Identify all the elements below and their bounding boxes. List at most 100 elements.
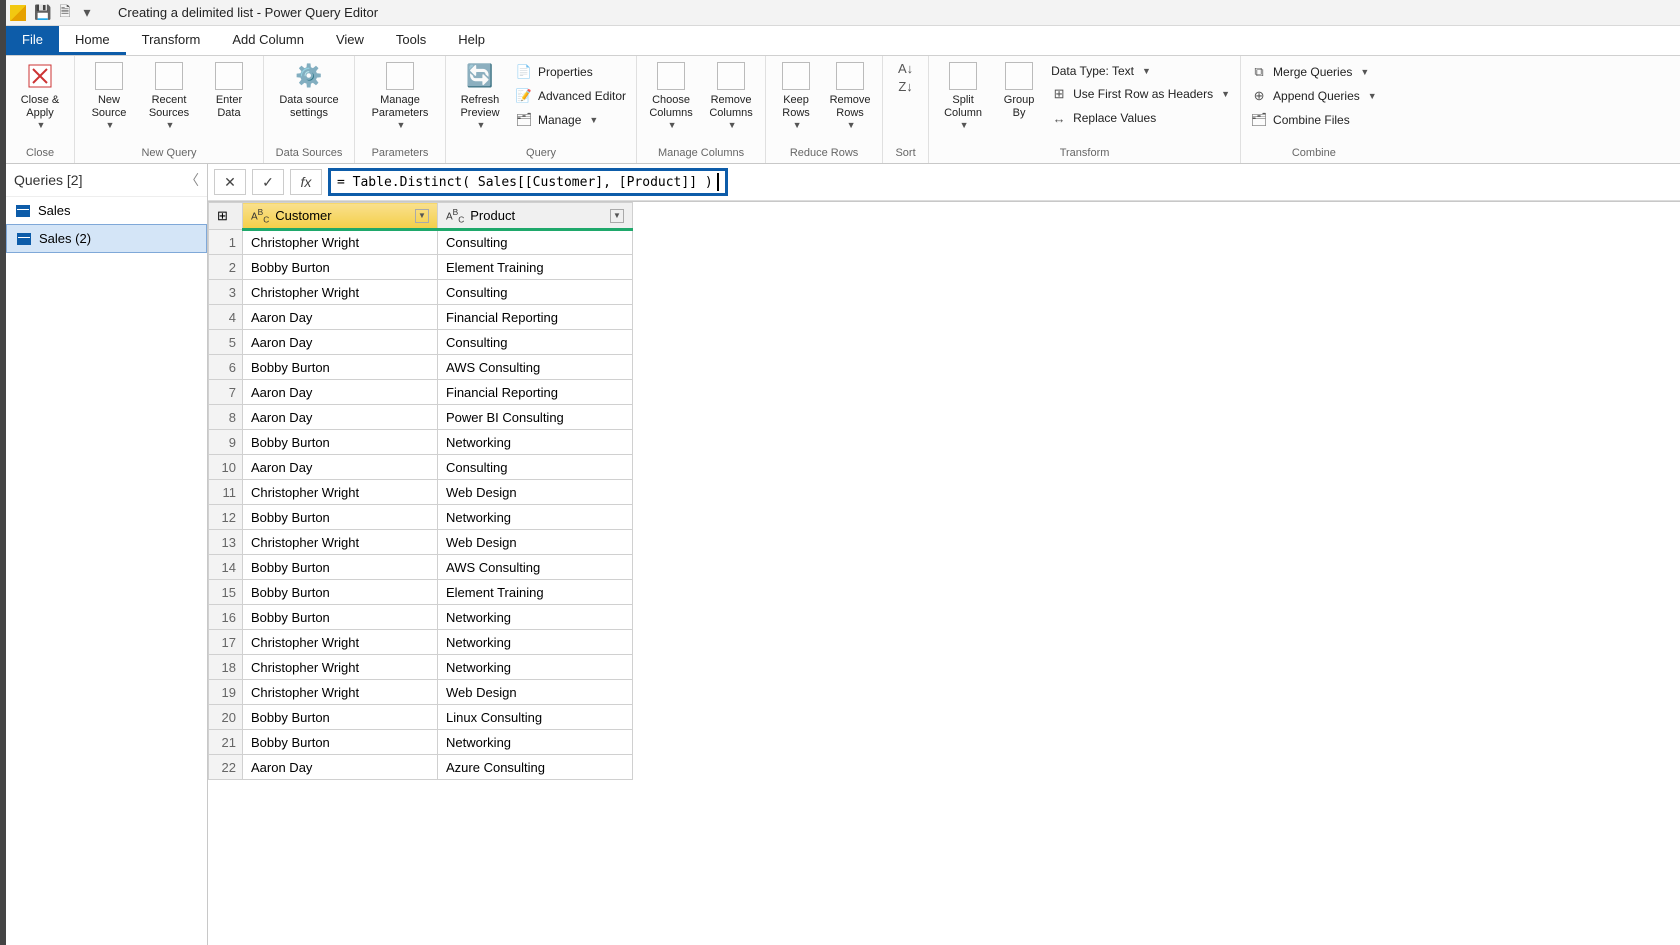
row-number[interactable]: 21: [209, 730, 243, 755]
group-by-button[interactable]: Group By: [995, 58, 1043, 120]
row-number[interactable]: 19: [209, 680, 243, 705]
table-row[interactable]: 14Bobby BurtonAWS Consulting: [209, 555, 633, 580]
cell[interactable]: Christopher Wright: [243, 230, 438, 255]
column-filter-icon[interactable]: ▼: [610, 209, 624, 223]
table-row[interactable]: 5Aaron DayConsulting: [209, 330, 633, 355]
combine-files-button[interactable]: 🗂 Combine Files: [1247, 110, 1381, 130]
cell[interactable]: Bobby Burton: [243, 605, 438, 630]
row-number[interactable]: 4: [209, 305, 243, 330]
formula-cancel-button[interactable]: ✕: [214, 169, 246, 195]
cell[interactable]: Aaron Day: [243, 305, 438, 330]
close-apply-button[interactable]: Close & Apply▼: [12, 58, 68, 131]
cell[interactable]: Aaron Day: [243, 755, 438, 780]
row-number[interactable]: 16: [209, 605, 243, 630]
row-number[interactable]: 18: [209, 655, 243, 680]
row-number[interactable]: 7: [209, 380, 243, 405]
remove-rows-button[interactable]: Remove Rows▼: [824, 58, 876, 131]
keep-rows-button[interactable]: Keep Rows▼: [772, 58, 820, 131]
tab-home[interactable]: Home: [59, 26, 126, 55]
cell[interactable]: Aaron Day: [243, 455, 438, 480]
new-source-button[interactable]: New Source▼: [81, 58, 137, 131]
tab-tools[interactable]: Tools: [380, 26, 442, 55]
column-header-product[interactable]: ABC Product ▼: [438, 203, 633, 230]
table-row[interactable]: 15Bobby BurtonElement Training: [209, 580, 633, 605]
row-number[interactable]: 17: [209, 630, 243, 655]
table-row[interactable]: 4Aaron DayFinancial Reporting: [209, 305, 633, 330]
cell[interactable]: Christopher Wright: [243, 480, 438, 505]
cell[interactable]: Element Training: [438, 255, 633, 280]
data-source-settings-button[interactable]: ⚙️ Data source settings: [270, 58, 348, 120]
cell[interactable]: Bobby Burton: [243, 255, 438, 280]
cell[interactable]: Consulting: [438, 280, 633, 305]
cell[interactable]: Networking: [438, 430, 633, 455]
table-row[interactable]: 8Aaron DayPower BI Consulting: [209, 405, 633, 430]
table-row[interactable]: 7Aaron DayFinancial Reporting: [209, 380, 633, 405]
cell[interactable]: Power BI Consulting: [438, 405, 633, 430]
table-row[interactable]: 21Bobby BurtonNetworking: [209, 730, 633, 755]
row-number[interactable]: 3: [209, 280, 243, 305]
cell[interactable]: Consulting: [438, 455, 633, 480]
cell[interactable]: Networking: [438, 630, 633, 655]
row-number[interactable]: 5: [209, 330, 243, 355]
row-number[interactable]: 22: [209, 755, 243, 780]
cell[interactable]: Christopher Wright: [243, 680, 438, 705]
advanced-editor-button[interactable]: 📝 Advanced Editor: [512, 86, 630, 106]
table-row[interactable]: 6Bobby BurtonAWS Consulting: [209, 355, 633, 380]
choose-columns-button[interactable]: Choose Columns▼: [643, 58, 699, 131]
row-number[interactable]: 2: [209, 255, 243, 280]
split-column-button[interactable]: Split Column▼: [935, 58, 991, 131]
tab-help[interactable]: Help: [442, 26, 501, 55]
cell[interactable]: Azure Consulting: [438, 755, 633, 780]
cell[interactable]: Bobby Burton: [243, 355, 438, 380]
merge-queries-button[interactable]: ⧉ Merge Queries▼: [1247, 62, 1381, 82]
cell[interactable]: Consulting: [438, 330, 633, 355]
row-number[interactable]: 15: [209, 580, 243, 605]
tab-file[interactable]: File: [6, 26, 59, 55]
cell[interactable]: Bobby Burton: [243, 430, 438, 455]
cell[interactable]: Aaron Day: [243, 330, 438, 355]
formula-accept-button[interactable]: ✓: [252, 169, 284, 195]
manage-button[interactable]: 🗂 Manage▼: [512, 110, 630, 130]
column-header-customer[interactable]: ABC Customer ▼: [243, 203, 438, 230]
table-row[interactable]: 10Aaron DayConsulting: [209, 455, 633, 480]
tab-add-column[interactable]: Add Column: [216, 26, 320, 55]
table-row[interactable]: 19Christopher WrightWeb Design: [209, 680, 633, 705]
remove-columns-button[interactable]: Remove Columns▼: [703, 58, 759, 131]
row-number[interactable]: 11: [209, 480, 243, 505]
table-row[interactable]: 3Christopher WrightConsulting: [209, 280, 633, 305]
cell[interactable]: AWS Consulting: [438, 355, 633, 380]
cell[interactable]: Bobby Burton: [243, 555, 438, 580]
query-item-sales-2[interactable]: Sales (2): [6, 224, 207, 253]
cell[interactable]: Christopher Wright: [243, 630, 438, 655]
table-row[interactable]: 22Aaron DayAzure Consulting: [209, 755, 633, 780]
cell[interactable]: Christopher Wright: [243, 655, 438, 680]
table-row[interactable]: 9Bobby BurtonNetworking: [209, 430, 633, 455]
column-filter-icon[interactable]: ▼: [415, 209, 429, 223]
cell[interactable]: Networking: [438, 605, 633, 630]
cell[interactable]: Financial Reporting: [438, 380, 633, 405]
table-row[interactable]: 12Bobby BurtonNetworking: [209, 505, 633, 530]
refresh-preview-button[interactable]: 🔄 Refresh Preview▼: [452, 58, 508, 131]
qat-customize-icon[interactable]: ▾: [76, 2, 98, 24]
cell[interactable]: Christopher Wright: [243, 280, 438, 305]
row-number[interactable]: 8: [209, 405, 243, 430]
tab-view[interactable]: View: [320, 26, 380, 55]
cell[interactable]: Bobby Burton: [243, 505, 438, 530]
row-number[interactable]: 20: [209, 705, 243, 730]
table-row[interactable]: 11Christopher WrightWeb Design: [209, 480, 633, 505]
table-row[interactable]: 16Bobby BurtonNetworking: [209, 605, 633, 630]
tab-transform[interactable]: Transform: [126, 26, 217, 55]
table-row[interactable]: 2Bobby BurtonElement Training: [209, 255, 633, 280]
qat-save-icon[interactable]: 💾: [32, 2, 54, 24]
properties-button[interactable]: 📄 Properties: [512, 62, 630, 82]
sort-desc-button[interactable]: Z↓: [898, 78, 914, 94]
cell[interactable]: Networking: [438, 505, 633, 530]
cell[interactable]: Christopher Wright: [243, 530, 438, 555]
row-number[interactable]: 9: [209, 430, 243, 455]
cell[interactable]: Financial Reporting: [438, 305, 633, 330]
cell[interactable]: Networking: [438, 730, 633, 755]
cell[interactable]: Consulting: [438, 230, 633, 255]
cell[interactable]: Aaron Day: [243, 380, 438, 405]
row-number[interactable]: 10: [209, 455, 243, 480]
replace-values-button[interactable]: ↔ Replace Values: [1047, 108, 1234, 128]
